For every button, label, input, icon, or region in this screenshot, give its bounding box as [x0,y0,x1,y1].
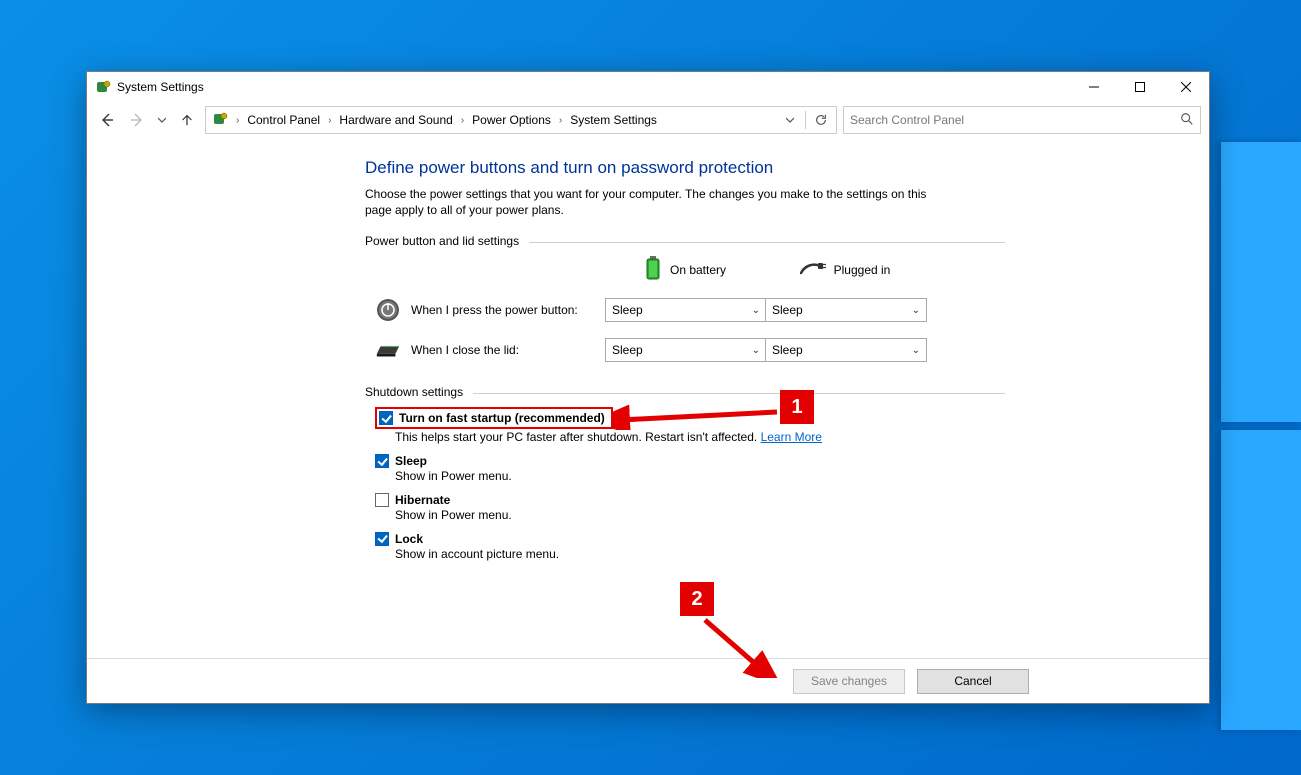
address-dropdown[interactable] [779,109,801,131]
section-label: Power button and lid settings [365,234,519,248]
select-lid-battery[interactable]: Sleep⌄ [605,338,767,362]
search-input[interactable]: Search Control Panel [843,106,1201,134]
checkbox-description: This helps start your PC faster after sh… [395,430,761,444]
row-close-lid: When I close the lid: [375,337,605,363]
chevron-right-icon[interactable]: › [232,115,243,126]
annotation-highlight-1: Turn on fast startup (recommended) [375,407,613,429]
location-icon [212,111,228,130]
checkbox-label: Turn on fast startup (recommended) [399,411,605,425]
footer: Save changes Cancel [87,658,1209,703]
page-description: Choose the power settings that you want … [365,186,955,218]
close-button[interactable] [1163,72,1209,102]
search-placeholder: Search Control Panel [850,113,1180,127]
breadcrumb-control-panel[interactable]: Control Panel [245,113,322,127]
chevron-right-icon[interactable]: › [457,115,468,126]
checkbox-description: Show in Power menu. [395,507,1005,524]
app-icon [95,79,111,95]
section-label: Shutdown settings [365,385,463,399]
forward-button[interactable] [125,108,149,132]
bg-decoration [1221,142,1301,422]
shutdown-item-sleep: Sleep Show in Power menu. [375,454,1005,485]
power-button-icon [375,297,401,323]
checkbox-label: Sleep [395,454,427,468]
column-plugged-in: Plugged in [765,260,925,279]
save-changes-button[interactable]: Save changes [793,669,905,694]
bg-decoration [1221,430,1301,730]
checkbox-label: Lock [395,532,423,546]
checkbox-fast-startup[interactable] [379,411,393,425]
checkbox-lock[interactable] [375,532,389,546]
section-power-button-lid: Power button and lid settings [365,234,1005,248]
checkbox-label: Hibernate [395,493,450,507]
chevron-right-icon[interactable]: › [324,115,335,126]
checkbox-description: Show in account picture menu. [395,546,1005,563]
breadcrumb-power-options[interactable]: Power Options [470,113,553,127]
titlebar: System Settings [87,72,1209,102]
page-title: Define power buttons and turn on passwor… [365,158,1005,178]
chevron-down-icon: ⌄ [752,305,760,316]
shutdown-item-lock: Lock Show in account picture menu. [375,532,1005,563]
checkbox-hibernate[interactable] [375,493,389,507]
minimize-button[interactable] [1071,72,1117,102]
plug-icon [800,260,826,279]
breadcrumb-system-settings[interactable]: System Settings [568,113,659,127]
annotation-callout-1: 1 [780,390,814,424]
annotation-callout-2: 2 [680,582,714,616]
back-button[interactable] [95,108,119,132]
shutdown-item-fast-startup: Turn on fast startup (recommended) This … [375,407,1005,446]
battery-icon [644,256,662,283]
chevron-down-icon: ⌄ [912,345,920,356]
refresh-button[interactable] [810,109,832,131]
breadcrumb-hardware-sound[interactable]: Hardware and Sound [337,113,454,127]
up-button[interactable] [175,108,199,132]
address-bar[interactable]: › Control Panel › Hardware and Sound › P… [205,106,837,134]
system-settings-window: System Settings [86,71,1210,704]
checkbox-description: Show in Power menu. [395,468,1005,485]
shutdown-item-hibernate: Hibernate Show in Power menu. [375,493,1005,524]
select-power-battery[interactable]: Sleep⌄ [605,298,767,322]
select-power-plugged[interactable]: Sleep⌄ [765,298,927,322]
divider [805,111,806,129]
recent-dropdown[interactable] [155,108,169,132]
search-icon [1180,112,1194,129]
select-lid-plugged[interactable]: Sleep⌄ [765,338,927,362]
column-on-battery: On battery [605,256,765,283]
section-shutdown-settings: Shutdown settings [365,385,1005,399]
checkbox-sleep[interactable] [375,454,389,468]
row-power-button: When I press the power button: [375,297,605,323]
cancel-button[interactable]: Cancel [917,669,1029,694]
chevron-down-icon: ⌄ [752,345,760,356]
content-area: Define power buttons and turn on passwor… [87,138,1209,658]
chevron-down-icon: ⌄ [912,305,920,316]
maximize-button[interactable] [1117,72,1163,102]
chevron-right-icon[interactable]: › [555,115,566,126]
learn-more-link[interactable]: Learn More [761,430,822,444]
window-title: System Settings [117,80,204,94]
nav-row: › Control Panel › Hardware and Sound › P… [87,102,1209,138]
lid-icon [375,337,401,363]
